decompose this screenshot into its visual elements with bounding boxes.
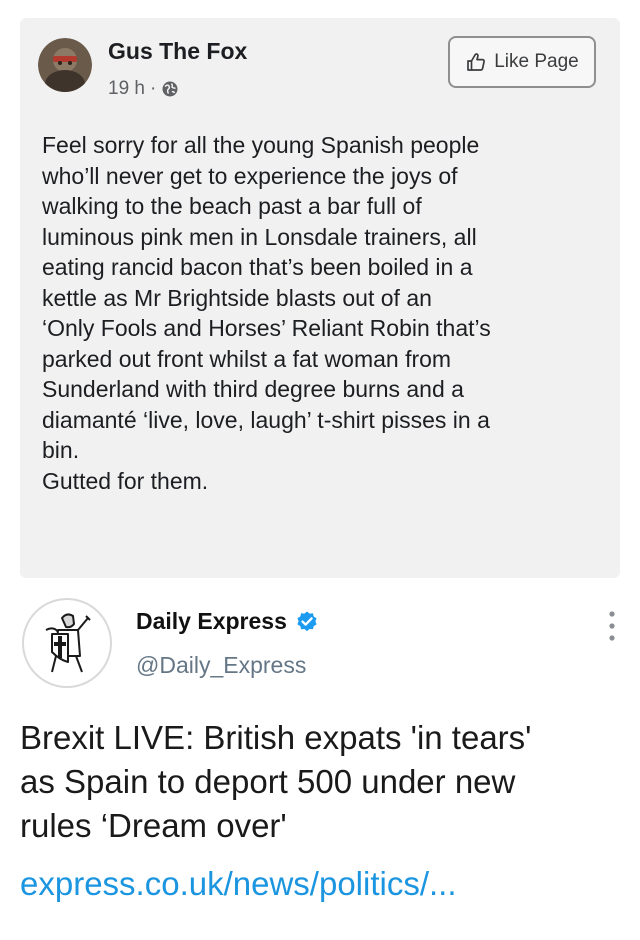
post-text-line: parked out front whilst a fat woman from xyxy=(42,345,452,372)
post-text-line: ‘Only Fools and Horses’ Reliant Robin th… xyxy=(42,315,491,341)
post-text-line: Sunderland with third degree burns and a xyxy=(42,376,464,402)
headline-line: rules ‘Dream over' xyxy=(20,807,287,844)
page-avatar[interactable] xyxy=(38,38,92,92)
post-text-line: diamanté ‘live, love, laugh’ t-shirt pis… xyxy=(42,406,490,433)
post-text-line: kettle as Mr Brightside blasts out of an xyxy=(42,284,432,311)
headline-line: Brexit LIVE: British expats 'in tears' xyxy=(20,719,532,756)
facebook-post-card: Gus The Fox 19 h · Like Page Feel sorry … xyxy=(20,18,620,578)
screenshot: Gus The Fox 19 h · Like Page Feel sorry … xyxy=(0,0,640,940)
daily-express-avatar[interactable] xyxy=(22,598,112,688)
thumb-up-icon xyxy=(467,53,486,71)
like-page-label: Like Page xyxy=(494,51,579,72)
post-text: Feel sorry for all the young Spanish peo… xyxy=(42,130,610,496)
globe-icon xyxy=(162,81,178,97)
more-vertical-icon[interactable] xyxy=(604,606,620,646)
account-handle[interactable]: @Daily_Express xyxy=(136,652,306,679)
tweet-author-row: Daily Express xyxy=(136,608,319,635)
post-text-line: Gutted for them. xyxy=(42,467,209,494)
post-meta: 19 h · xyxy=(108,78,179,100)
like-page-button[interactable]: Like Page xyxy=(448,36,596,88)
post-text-line: Feel sorry for all the young Spanish peo… xyxy=(42,132,480,158)
post-text-line: who’ll never get to experience the joys … xyxy=(42,162,458,189)
post-time[interactable]: 19 h xyxy=(108,78,145,100)
crusader-logo-icon xyxy=(26,602,108,684)
post-text-line: eating rancid bacon that’s been boiled i… xyxy=(42,254,473,280)
headline-line: as Spain to deport 500 under new xyxy=(20,763,516,800)
verified-badge-icon xyxy=(297,611,317,631)
page-name[interactable]: Gus The Fox xyxy=(108,38,247,65)
meta-separator: · xyxy=(149,78,157,99)
article-link[interactable]: express.co.uk/news/politics/... xyxy=(20,862,457,906)
account-name[interactable]: Daily Express xyxy=(136,608,287,635)
post-text-line: luminous pink men in Lonsdale trainers, … xyxy=(42,223,477,250)
post-text-line: walking to the beach past a bar full of xyxy=(42,193,422,219)
post-text-line: bin. xyxy=(42,437,80,463)
tweet-headline: Brexit LIVE: British expats 'in tears' a… xyxy=(20,716,630,848)
